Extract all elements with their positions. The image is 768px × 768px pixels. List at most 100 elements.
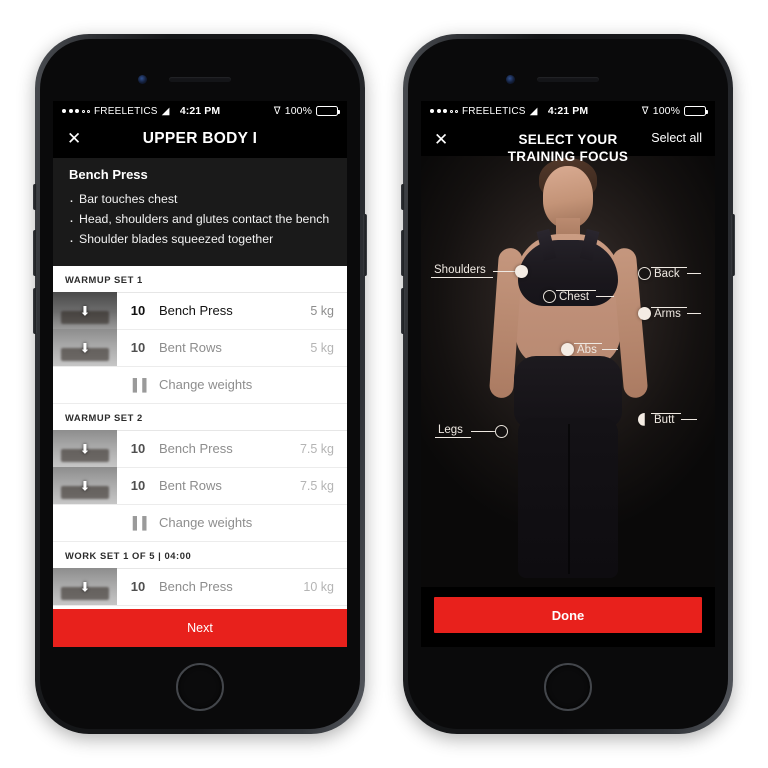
pause-icon: ▐▐ <box>128 515 148 530</box>
battery-icon <box>684 106 709 116</box>
body-focus-selector[interactable]: Shoulders Chest Legs Back Arms Abs Butt <box>421 156 715 587</box>
marker-legs[interactable]: Legs <box>435 424 508 439</box>
instruction-bullet-list: Bar touches chest Head, shoulders and gl… <box>69 189 331 253</box>
earpiece-speaker <box>537 77 599 82</box>
status-bar: FREELETICS ◢ 4:21 PM ᐁ 100% <box>421 101 715 121</box>
bluetooth-icon: ᐁ <box>273 105 281 117</box>
row-weight: 5 kg <box>310 303 334 318</box>
table-row[interactable]: ⬇ 10 Bench Press 5 kg <box>53 292 347 330</box>
select-all-button[interactable]: Select all <box>651 131 702 145</box>
rep-count: 10 <box>130 579 146 595</box>
close-icon[interactable]: ✕ <box>67 130 89 147</box>
model-legs <box>518 418 618 578</box>
signal-strength-icon <box>62 109 90 113</box>
status-bar: FREELETICS ◢ 4:21 PM ᐁ 100% <box>53 101 347 121</box>
done-button[interactable]: Done <box>434 597 702 633</box>
silent-switch[interactable] <box>401 184 405 210</box>
row-exercise-name: Bench Press <box>159 441 233 457</box>
screen-right: FREELETICS ◢ 4:21 PM ᐁ 100% ✕ SELECT YOU… <box>421 101 715 647</box>
change-weights-row[interactable]: ▐▐ Change weights <box>53 504 347 542</box>
row-weight: 7.5 kg <box>299 478 334 493</box>
marker-back[interactable]: Back <box>638 266 701 280</box>
marker-butt[interactable]: Butt <box>638 412 697 426</box>
row-action-label: Change weights <box>159 515 253 531</box>
row-exercise-name: Bent Rows <box>159 478 222 494</box>
instruction-bullet: Bar touches chest <box>69 189 331 213</box>
marker-label: Butt <box>654 414 675 427</box>
row-exercise-name: Bench Press <box>159 579 233 595</box>
phone-left: FREELETICS ◢ 4:21 PM ᐁ 100% ✕ UPPER BODY… <box>33 34 367 734</box>
home-button[interactable] <box>176 663 224 711</box>
volume-down-button[interactable] <box>33 288 37 334</box>
volume-up-button[interactable] <box>401 230 405 276</box>
set-list[interactable]: WARMUP SET 1 ⬇ 10 Bench Press 5 kg ⬇ 10 … <box>53 265 347 609</box>
marker-abs[interactable]: Abs <box>561 342 618 356</box>
rep-count: 10 <box>130 303 146 319</box>
download-arrow-icon: ⬇ <box>79 303 91 319</box>
rep-count: 10 <box>130 340 146 356</box>
volume-down-button[interactable] <box>401 288 405 334</box>
marker-arms[interactable]: Arms <box>638 306 701 320</box>
power-button[interactable] <box>731 214 735 276</box>
table-row[interactable]: ⬇ 10 Bench Press 10 kg <box>53 568 347 606</box>
rep-count: 10 <box>130 478 146 494</box>
volume-up-button[interactable] <box>33 230 37 276</box>
marker-shoulders[interactable]: Shoulders <box>431 264 528 279</box>
battery-percent: 100% <box>652 105 681 117</box>
status-bar-time: 4:21 PM <box>179 105 221 117</box>
page-title-line1: SELECT YOUR <box>518 132 618 147</box>
front-camera-icon <box>138 75 147 84</box>
set-group-header: WARMUP SET 2 <box>53 403 347 431</box>
battery-icon <box>316 106 341 116</box>
marker-label: Chest <box>559 291 590 304</box>
row-action-label: Change weights <box>159 377 253 393</box>
marker-chest[interactable]: Chest <box>543 289 614 303</box>
front-camera-icon <box>506 75 515 84</box>
earpiece-speaker <box>169 77 231 82</box>
battery-percent: 100% <box>284 105 313 117</box>
download-arrow-icon: ⬇ <box>79 441 91 457</box>
table-row[interactable]: ⬇ 10 Bent Rows 5 kg <box>53 329 347 367</box>
next-button[interactable]: Next <box>53 609 347 647</box>
instruction-bullet: Shoulder blades squeezed together <box>69 229 331 253</box>
marker-dot-selected[interactable] <box>638 412 645 426</box>
close-icon[interactable]: ✕ <box>434 131 456 148</box>
marker-dot-selected[interactable] <box>515 264 528 278</box>
set-group-header: WORK SET 1 OF 5 | 04:00 <box>53 541 347 569</box>
exercise-instructions: Bench Press Bar touches chest Head, shou… <box>53 158 347 266</box>
phone-left-body: FREELETICS ◢ 4:21 PM ᐁ 100% ✕ UPPER BODY… <box>40 39 360 729</box>
power-button[interactable] <box>363 214 367 276</box>
download-arrow-icon: ⬇ <box>79 478 91 494</box>
phone-right: FREELETICS ◢ 4:21 PM ᐁ 100% ✕ SELECT YOU… <box>401 34 735 734</box>
download-arrow-icon: ⬇ <box>79 340 91 356</box>
marker-label: Shoulders <box>434 264 486 276</box>
done-button-container: Done <box>421 587 715 647</box>
marker-dot-unselected[interactable] <box>638 266 651 280</box>
row-weight: 5 kg <box>310 340 334 355</box>
marker-dot-unselected[interactable] <box>543 289 556 303</box>
change-weights-row[interactable]: ▐▐ Change weights <box>53 366 347 404</box>
marker-dot-selected[interactable] <box>561 342 574 356</box>
pause-icon: ▐▐ <box>128 377 148 392</box>
marker-label: Back <box>654 268 680 281</box>
bench-press-thumb: ⬇ <box>53 568 117 606</box>
wifi-icon: ◢ <box>161 105 170 117</box>
table-row[interactable]: ⬇ 10 Bent Rows 7.5 kg <box>53 467 347 505</box>
row-weight: 10 kg <box>303 579 334 594</box>
marker-label: Arms <box>654 308 681 321</box>
home-button[interactable] <box>544 663 592 711</box>
exercise-name: Bench Press <box>69 167 148 182</box>
status-bar-time: 4:21 PM <box>547 105 589 117</box>
carrier-label: FREELETICS <box>94 105 158 117</box>
instruction-bullet: Head, shoulders and glutes contact the b… <box>69 209 331 233</box>
set-group-header: WARMUP SET 1 <box>53 265 347 293</box>
marker-dot-unselected[interactable] <box>495 424 508 438</box>
marker-label: Abs <box>577 344 597 357</box>
bench-press-thumb: ⬇ <box>53 430 117 468</box>
marker-dot-selected[interactable] <box>638 306 651 320</box>
marker-label: Legs <box>438 424 463 436</box>
signal-strength-icon <box>430 109 458 113</box>
table-row[interactable]: ⬇ 10 Bench Press 7.5 kg <box>53 430 347 468</box>
rep-count: 10 <box>130 441 146 457</box>
silent-switch[interactable] <box>33 184 37 210</box>
